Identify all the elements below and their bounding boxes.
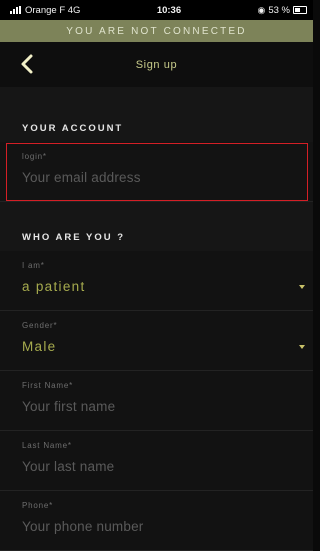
login-input[interactable]: Your email address	[22, 170, 141, 185]
section-title-who: WHO ARE YOU ?	[0, 202, 313, 251]
battery-icon	[293, 6, 307, 14]
status-bar: Orange F 4G 10:36 ◉ 53 %	[0, 0, 313, 20]
first-name-label: First Name*	[22, 381, 74, 390]
first-name-input[interactable]: Your first name	[22, 399, 115, 414]
first-name-field[interactable]: First Name* Your first name	[0, 371, 313, 431]
iam-value[interactable]: a patient	[22, 279, 86, 294]
iam-select[interactable]: I am* a patient	[0, 251, 313, 311]
dropdown-arrow-icon[interactable]	[299, 285, 305, 289]
phone-field[interactable]: Phone* Your phone number	[0, 491, 313, 551]
spacer	[0, 87, 313, 99]
gender-select[interactable]: Gender* Male	[0, 311, 313, 371]
last-name-field[interactable]: Last Name* Your last name	[0, 431, 313, 491]
phone-input[interactable]: Your phone number	[22, 519, 144, 534]
back-arrow-icon[interactable]	[18, 53, 40, 75]
login-label: login*	[22, 152, 47, 161]
location-icon: ◉	[257, 4, 266, 15]
page-title: Sign up	[135, 58, 178, 71]
battery-percent: 53 %	[268, 4, 290, 16]
gender-label: Gender*	[22, 321, 58, 330]
iam-label: I am*	[22, 261, 45, 270]
connection-banner: YOU ARE NOT CONNECTED	[0, 20, 313, 42]
clock: 10:36	[156, 4, 182, 16]
phone-label: Phone*	[22, 501, 54, 510]
dropdown-arrow-icon[interactable]	[299, 345, 305, 349]
last-name-input[interactable]: Your last name	[22, 459, 114, 474]
signal-icon	[10, 6, 21, 14]
navbar: Sign up	[0, 42, 313, 87]
section-title-account: YOUR ACCOUNT	[0, 99, 313, 142]
gender-value[interactable]: Male	[22, 339, 56, 354]
carrier-label: Orange F 4G	[25, 4, 81, 16]
login-field[interactable]: login* Your email address	[0, 142, 313, 202]
last-name-label: Last Name*	[22, 441, 72, 450]
